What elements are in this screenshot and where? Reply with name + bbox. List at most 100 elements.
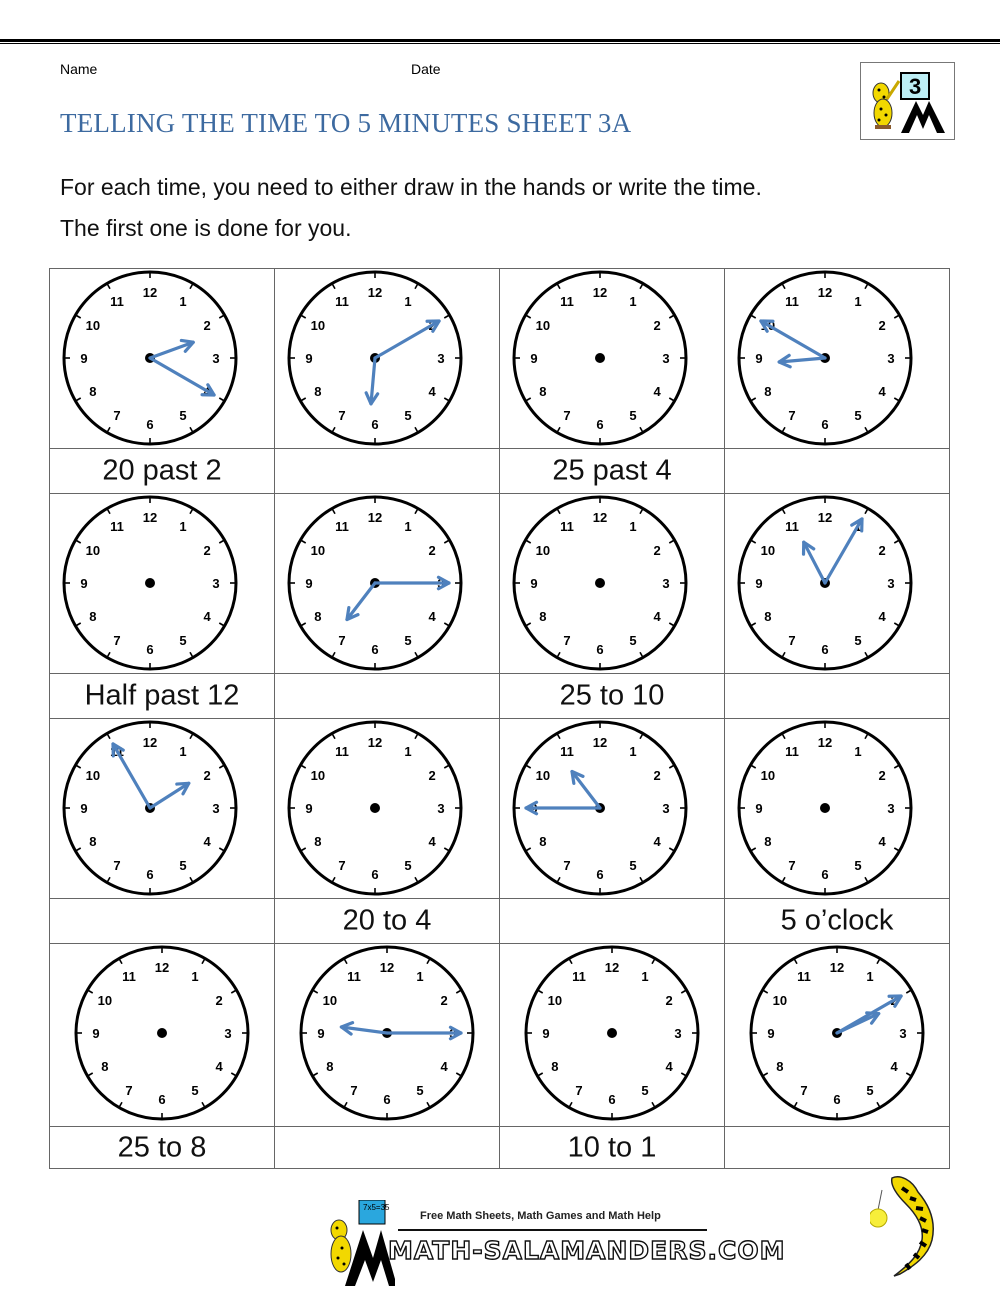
answer-cell[interactable] (500, 899, 725, 943)
clock-number: 10 (761, 768, 775, 783)
answer-cell[interactable]: 25 past 4 (500, 449, 725, 493)
clock-number: 7 (113, 858, 120, 873)
clock-number: 5 (641, 1083, 648, 1098)
clock-number: 3 (662, 576, 669, 591)
label-row: Half past 12 25 to 10 (50, 674, 949, 719)
clock-number: 7 (338, 858, 345, 873)
clock-number: 4 (216, 1059, 224, 1074)
clock-number: 11 (572, 969, 586, 984)
clock-number: 4 (891, 1059, 899, 1074)
clock-cell[interactable]: 121234567891011 (50, 719, 275, 898)
clock-number: 1 (641, 969, 648, 984)
salamander-mascot (868, 1170, 970, 1295)
label-row: 25 to 8 10 to 1 (50, 1127, 949, 1168)
answer-cell[interactable] (725, 449, 949, 493)
clock-cell[interactable]: 121234567891011 (275, 494, 500, 673)
clock-number: 9 (80, 576, 87, 591)
clock-cell[interactable]: 121234567891011 (500, 719, 725, 898)
clock-number: 3 (212, 351, 219, 366)
clock-number: 10 (536, 543, 550, 558)
clock-row: 121234567891011 121234567891011 12123456… (50, 719, 949, 899)
answer-cell[interactable]: 10 to 1 (500, 1127, 725, 1168)
clock-number: 2 (654, 318, 661, 333)
clock-number: 1 (866, 969, 873, 984)
clock-cell[interactable]: 121234567891011 (50, 269, 275, 448)
answer-cell[interactable]: 25 to 8 (50, 1127, 275, 1168)
clock-number: 11 (560, 294, 574, 309)
clock-number: 4 (654, 384, 662, 399)
answer-cell[interactable] (275, 449, 500, 493)
clock-number: 7 (563, 408, 570, 423)
clock-number: 9 (530, 576, 537, 591)
clock-number: 6 (821, 867, 828, 882)
clock-number: 3 (887, 801, 894, 816)
clock-number: 10 (536, 318, 550, 333)
answer-cell[interactable] (275, 674, 500, 718)
clock-cell[interactable]: 121234567891011 (725, 719, 949, 898)
clock-number: 10 (311, 768, 325, 783)
clock-number: 12 (593, 285, 607, 300)
clock-cell[interactable]: 121234567891011 (275, 944, 500, 1126)
clock-number: 2 (879, 543, 886, 558)
clock-cell[interactable]: 121234567891011 (500, 944, 725, 1126)
clock-number: 11 (797, 969, 811, 984)
answer-cell[interactable]: Half past 12 (50, 674, 275, 718)
clock-face: 121234567891011 (287, 720, 463, 896)
clock-number: 5 (854, 408, 861, 423)
clock-center-dot (595, 353, 605, 363)
clock-number: 1 (404, 519, 411, 534)
clock-cell[interactable]: 121234567891011 (500, 494, 725, 673)
clock-number: 6 (596, 867, 603, 882)
clock-cell[interactable]: 121234567891011 (50, 944, 275, 1126)
clock-number: 7 (113, 408, 120, 423)
footer-tagline: Free Math Sheets, Math Games and Math He… (420, 1210, 661, 1222)
clock-cell[interactable]: 121234567891011 (275, 719, 500, 898)
answer-cell[interactable]: 5 o’clock (725, 899, 949, 943)
clock-number: 4 (879, 384, 887, 399)
clock-number: 12 (830, 960, 844, 975)
salamander-teacher-footer-icon: 7x5=35 (330, 1199, 397, 1286)
footer-logo: 7x5=35 (325, 1199, 397, 1295)
clock-number: 10 (536, 768, 550, 783)
clock-number: 2 (216, 993, 223, 1008)
clock-number: 11 (335, 744, 349, 759)
clock-cell[interactable]: 121234567891011 (275, 269, 500, 448)
clock-face: 121234567891011 (524, 945, 700, 1121)
answer-cell[interactable] (725, 674, 949, 718)
clock-number: 1 (179, 519, 186, 534)
clock-number: 9 (80, 351, 87, 366)
clock-number: 1 (629, 294, 636, 309)
answer-cell[interactable]: 20 past 2 (50, 449, 275, 493)
clock-worksheet-grid: 121234567891011 121234567891011 12123456… (49, 268, 950, 1169)
answer-cell[interactable] (50, 899, 275, 943)
answer-cell[interactable]: 25 to 10 (500, 674, 725, 718)
clock-number: 3 (662, 801, 669, 816)
clock-number: 6 (371, 642, 378, 657)
clock-cell[interactable]: 121234567891011 (725, 494, 949, 673)
footer-site-link[interactable]: MATH-SALAMANDERS.COM (387, 1235, 785, 1265)
answer-cell[interactable] (275, 1127, 500, 1168)
time-label: 20 to 4 (342, 904, 432, 937)
clock-number: 7 (563, 858, 570, 873)
clock-cell[interactable]: 121234567891011 (725, 944, 949, 1126)
time-label: 5 o’clock (780, 904, 894, 937)
clock-number: 7 (788, 858, 795, 873)
clock-number: 11 (335, 519, 349, 534)
clock-number: 2 (429, 543, 436, 558)
clock-number: 11 (560, 519, 574, 534)
answer-cell[interactable]: 20 to 4 (275, 899, 500, 943)
date-label: Date (411, 61, 441, 77)
clock-row: 121234567891011 121234567891011 12123456… (50, 494, 949, 674)
clock-number: 6 (383, 1092, 390, 1107)
answer-cell[interactable] (725, 1127, 949, 1168)
clock-number: 10 (98, 993, 112, 1008)
clock-number: 8 (764, 834, 771, 849)
clock-cell[interactable]: 121234567891011 (725, 269, 949, 448)
clock-number: 3 (437, 801, 444, 816)
clock-cell[interactable]: 121234567891011 (500, 269, 725, 448)
clock-cell[interactable]: 121234567891011 (50, 494, 275, 673)
clock-number: 7 (800, 1083, 807, 1098)
label-row: 20 to 4 5 o’clock (50, 899, 949, 944)
clock-number: 12 (368, 735, 382, 750)
clock-row: 121234567891011 121234567891011 12123456… (50, 269, 949, 449)
